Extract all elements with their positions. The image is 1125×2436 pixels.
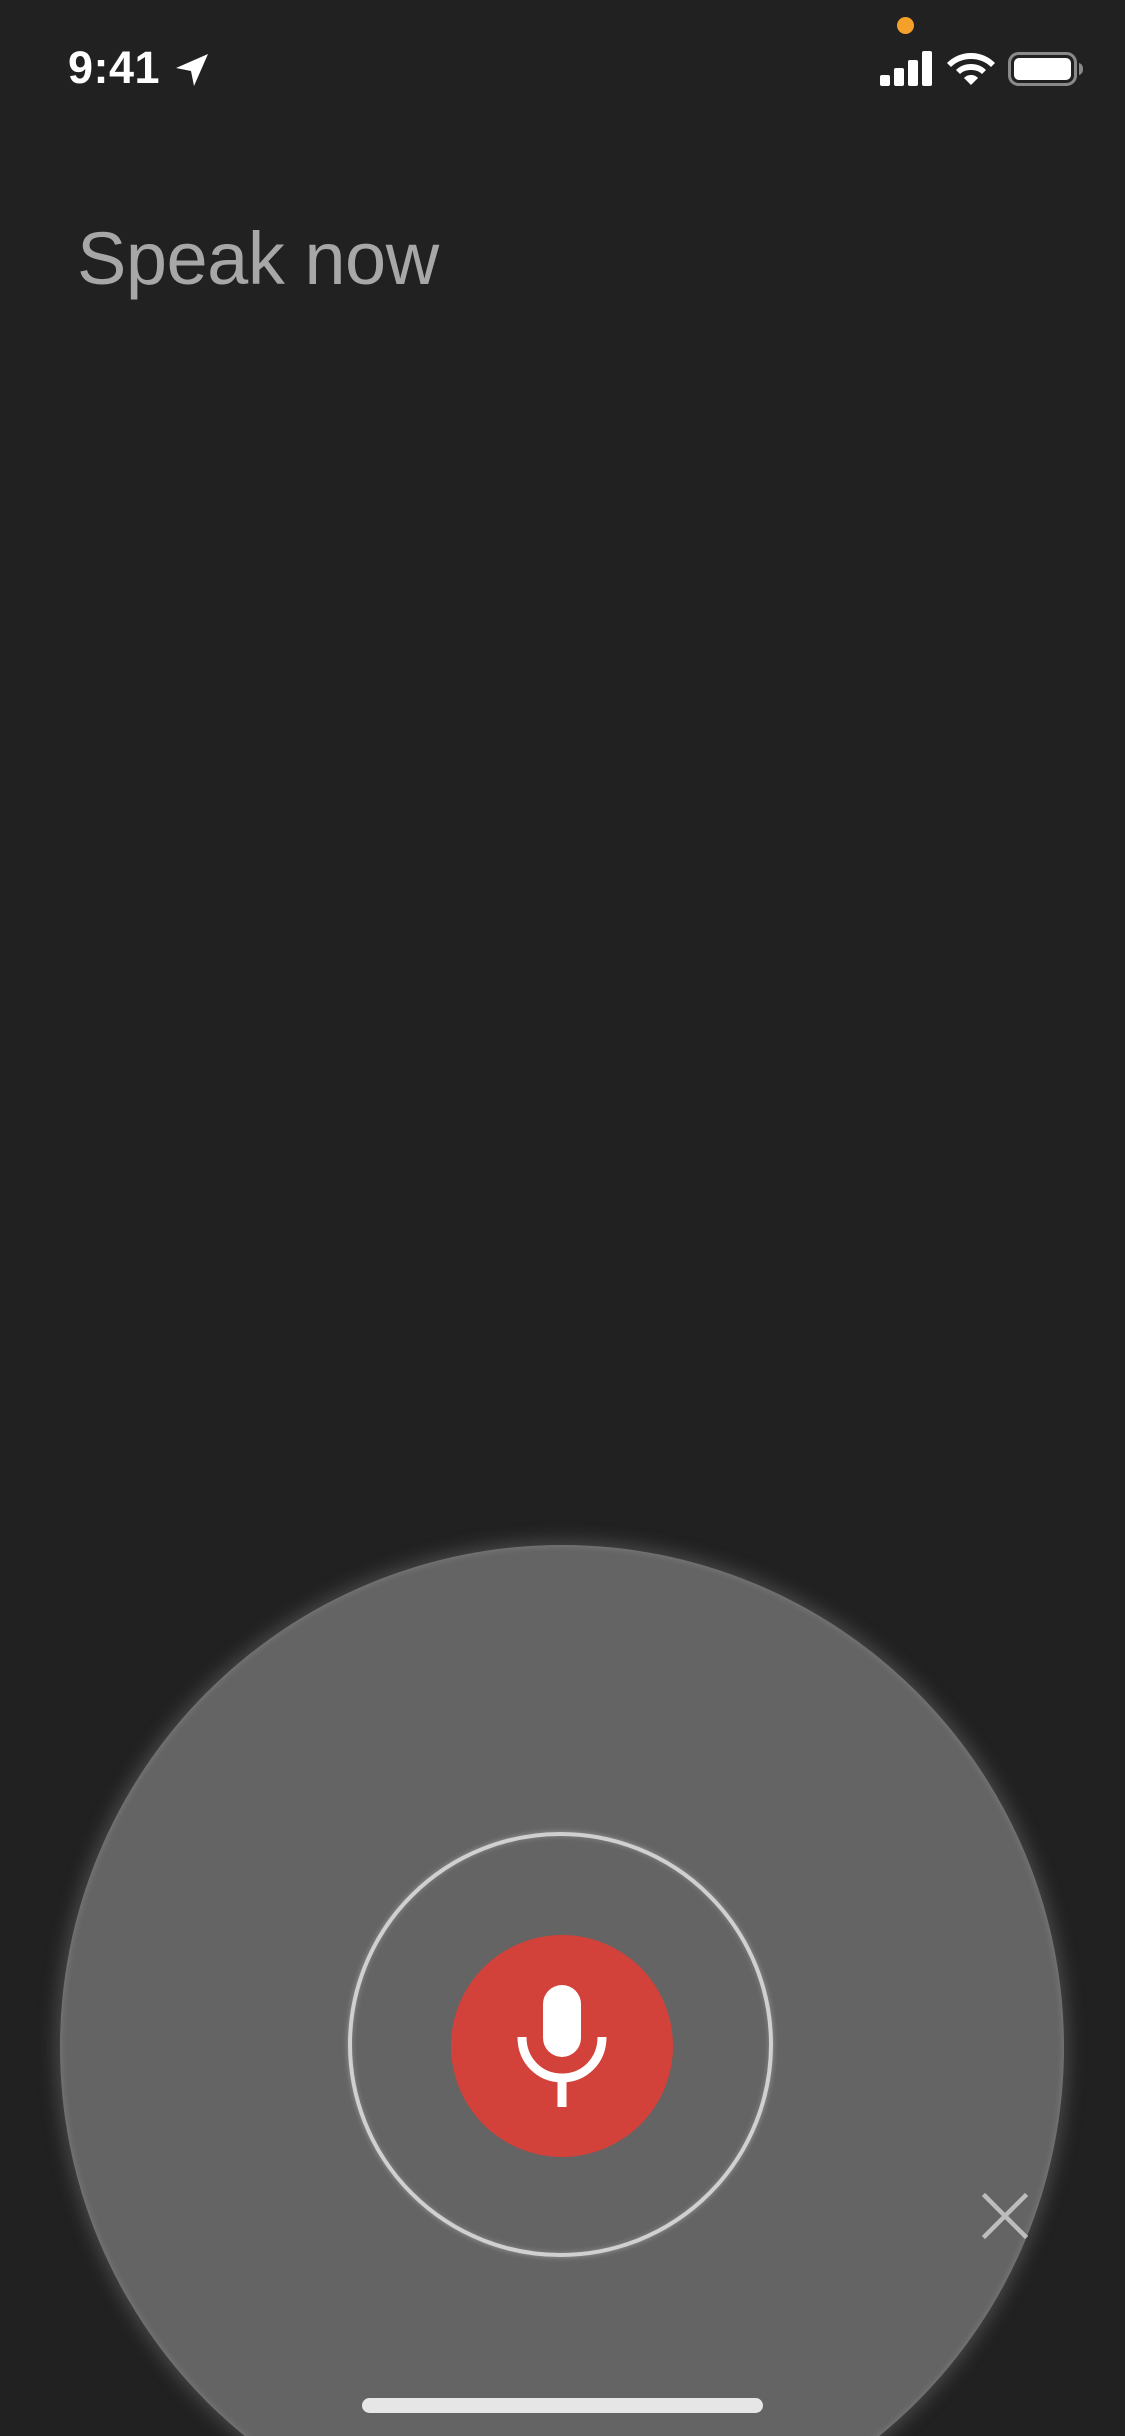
close-icon[interactable]	[975, 2186, 1035, 2246]
wifi-icon	[947, 53, 995, 85]
microphone-icon	[517, 1985, 607, 2107]
home-indicator[interactable]	[362, 2398, 763, 2413]
location-arrow-icon	[176, 54, 208, 86]
status-bar: 9:41	[0, 0, 1125, 132]
speak-now-prompt: Speak now	[77, 217, 439, 300]
microphone-in-use-indicator	[897, 17, 914, 34]
voice-search-screen: 9:41 Speak now	[0, 0, 1125, 2436]
battery-icon	[1008, 52, 1083, 86]
status-time: 9:41	[68, 42, 161, 93]
cellular-signal-icon	[880, 51, 932, 86]
